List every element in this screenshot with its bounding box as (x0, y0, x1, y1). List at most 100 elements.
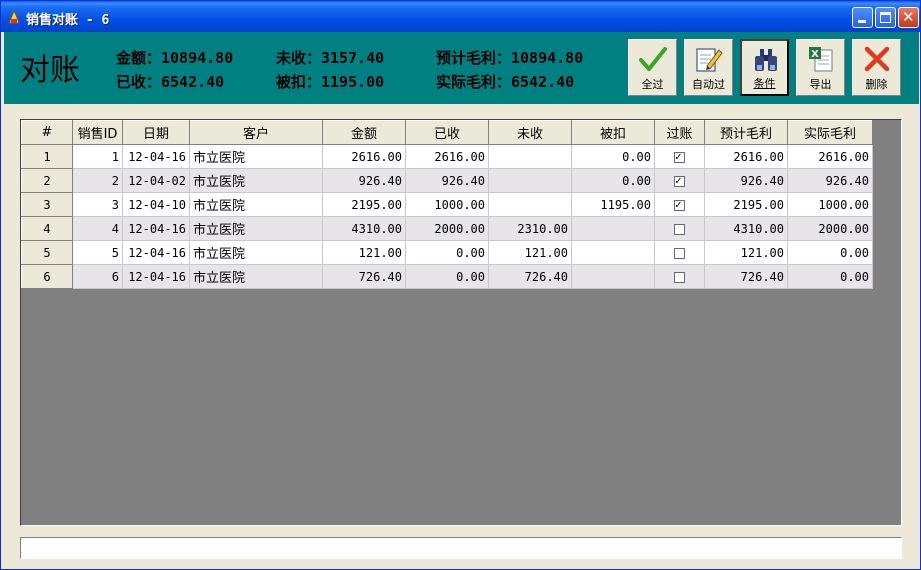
cell-amount[interactable]: 2195.00 (322, 192, 406, 217)
binoculars-icon (755, 49, 777, 71)
column-header[interactable]: 预计毛利 (704, 120, 788, 145)
cell-date[interactable]: 12-04-02 (122, 168, 190, 193)
cell-unreceived[interactable]: 2310.00 (488, 216, 572, 241)
cell-expected[interactable]: 2616.00 (704, 144, 788, 169)
cell-date[interactable]: 12-04-10 (122, 192, 190, 217)
cell-id[interactable]: 3 (72, 192, 123, 217)
cell-deducted[interactable]: 0.00 (571, 168, 655, 193)
cell-actual[interactable]: 2000.00 (787, 216, 873, 241)
cell-date[interactable]: 12-04-16 (122, 264, 190, 289)
cell-amount[interactable]: 4310.00 (322, 216, 406, 241)
row-number[interactable]: 2 (21, 168, 73, 193)
row-number[interactable]: 4 (21, 216, 73, 241)
table-row[interactable]: 2212-04-02市立医院926.40926.400.00926.40926.… (21, 168, 873, 193)
cell-actual[interactable]: 926.40 (787, 168, 873, 193)
cell-amount[interactable]: 121.00 (322, 240, 406, 265)
cell-unreceived[interactable] (488, 168, 572, 193)
column-header[interactable]: 被扣 (571, 120, 655, 145)
column-header[interactable]: 销售ID (72, 120, 123, 145)
column-header[interactable]: 已收 (405, 120, 489, 145)
cell-actual[interactable]: 0.00 (787, 240, 873, 265)
cell-expected[interactable]: 726.40 (704, 264, 788, 289)
posted-checkbox[interactable] (674, 223, 685, 235)
posted-checkbox[interactable] (674, 198, 685, 211)
cell-received[interactable]: 0.00 (405, 264, 489, 289)
cell-received[interactable]: 2616.00 (405, 144, 489, 169)
cell-actual[interactable]: 2616.00 (787, 144, 873, 169)
cell-actual[interactable]: 1000.00 (787, 192, 873, 217)
column-header[interactable]: 过账 (654, 120, 705, 145)
cell-id[interactable]: 5 (72, 240, 123, 265)
posted-checkbox[interactable] (674, 247, 685, 259)
row-number[interactable]: 3 (21, 192, 73, 217)
cell-customer[interactable]: 市立医院 (189, 192, 323, 217)
table-row[interactable]: 1112-04-16市立医院2616.002616.000.002616.002… (21, 144, 873, 169)
auto-approve-button[interactable]: 自动过 (684, 39, 733, 96)
cell-expected[interactable]: 2195.00 (704, 192, 788, 217)
posted-cell[interactable] (654, 144, 705, 169)
posted-cell[interactable] (654, 192, 705, 217)
grid-area[interactable]: # 销售ID 日期 客户 金额 已收 未收 被扣 过账 预计毛利 实际毛利 11… (20, 119, 902, 526)
table-row[interactable]: 6 6 12-04-16 市立医院 726.40 0.00 726.40 726.40 0.00 (21, 264, 873, 289)
posted-checkbox[interactable] (674, 174, 685, 187)
column-header[interactable]: 金额 (322, 120, 406, 145)
cell-amount[interactable]: 926.40 (322, 168, 406, 193)
cell-unreceived[interactable] (488, 192, 572, 217)
posted-cell[interactable] (654, 216, 705, 241)
title-bar[interactable]: 销售对账 - 6 ✕ (1, 1, 920, 32)
posted-checkbox[interactable] (674, 150, 685, 163)
cell-id[interactable]: 2 (72, 168, 123, 193)
table-row[interactable]: 4 4 12-04-16 市立医院 4310.00 2000.00 2310.00 4310.… (21, 216, 873, 241)
cell-expected[interactable]: 4310.00 (704, 216, 788, 241)
close-button[interactable]: ✕ (898, 7, 919, 28)
cell-date[interactable]: 12-04-16 (122, 240, 190, 265)
minimize-button[interactable] (852, 7, 873, 28)
cell-customer[interactable]: 市立医院 (189, 264, 323, 289)
filter-button[interactable]: 条件 (740, 39, 789, 96)
cell-deducted[interactable] (571, 240, 655, 265)
cell-received[interactable]: 2000.00 (405, 216, 489, 241)
cell-id[interactable]: 6 (72, 264, 123, 289)
posted-cell[interactable] (654, 240, 705, 265)
column-header[interactable]: 实际毛利 (787, 120, 873, 145)
cell-expected[interactable]: 121.00 (704, 240, 788, 265)
row-number[interactable]: 5 (21, 240, 73, 265)
cell-unreceived[interactable] (488, 144, 572, 169)
cell-date[interactable]: 12-04-16 (122, 216, 190, 241)
delete-button[interactable]: 删除 (852, 39, 901, 96)
export-button[interactable]: X 导出 (796, 39, 845, 96)
cell-deducted[interactable] (571, 264, 655, 289)
cell-amount[interactable]: 2616.00 (322, 144, 406, 169)
cell-received[interactable]: 0.00 (405, 240, 489, 265)
row-number[interactable]: 6 (21, 264, 73, 289)
cell-amount[interactable]: 726.40 (322, 264, 406, 289)
cell-unreceived[interactable]: 726.40 (488, 264, 572, 289)
posted-cell[interactable] (654, 264, 705, 289)
cell-id[interactable]: 1 (72, 144, 123, 169)
cell-received[interactable]: 1000.00 (405, 192, 489, 217)
cell-customer[interactable]: 市立医院 (189, 240, 323, 265)
cell-customer[interactable]: 市立医院 (189, 168, 323, 193)
column-header[interactable]: # (21, 120, 73, 145)
column-header[interactable]: 客户 (189, 120, 323, 145)
maximize-button[interactable] (875, 7, 896, 28)
cell-customer[interactable]: 市立医院 (189, 144, 323, 169)
cell-id[interactable]: 4 (72, 216, 123, 241)
column-header[interactable]: 日期 (122, 120, 190, 145)
table-row[interactable]: 3312-04-10市立医院2195.001000.001195.002195.… (21, 192, 873, 217)
cell-received[interactable]: 926.40 (405, 168, 489, 193)
posted-checkbox[interactable] (674, 271, 685, 283)
row-number[interactable]: 1 (21, 144, 73, 169)
table-row[interactable]: 5 5 12-04-16 市立医院 121.00 0.00 121.00 121.00 0.00 (21, 240, 873, 265)
cell-deducted[interactable] (571, 216, 655, 241)
cell-date[interactable]: 12-04-16 (122, 144, 190, 169)
cell-customer[interactable]: 市立医院 (189, 216, 323, 241)
cell-unreceived[interactable]: 121.00 (488, 240, 572, 265)
column-header[interactable]: 未收 (488, 120, 572, 145)
cell-actual[interactable]: 0.00 (787, 264, 873, 289)
cell-deducted[interactable]: 1195.00 (571, 192, 655, 217)
approve-all-button[interactable]: 全过 (628, 39, 677, 96)
cell-expected[interactable]: 926.40 (704, 168, 788, 193)
posted-cell[interactable] (654, 168, 705, 193)
cell-deducted[interactable]: 0.00 (571, 144, 655, 169)
